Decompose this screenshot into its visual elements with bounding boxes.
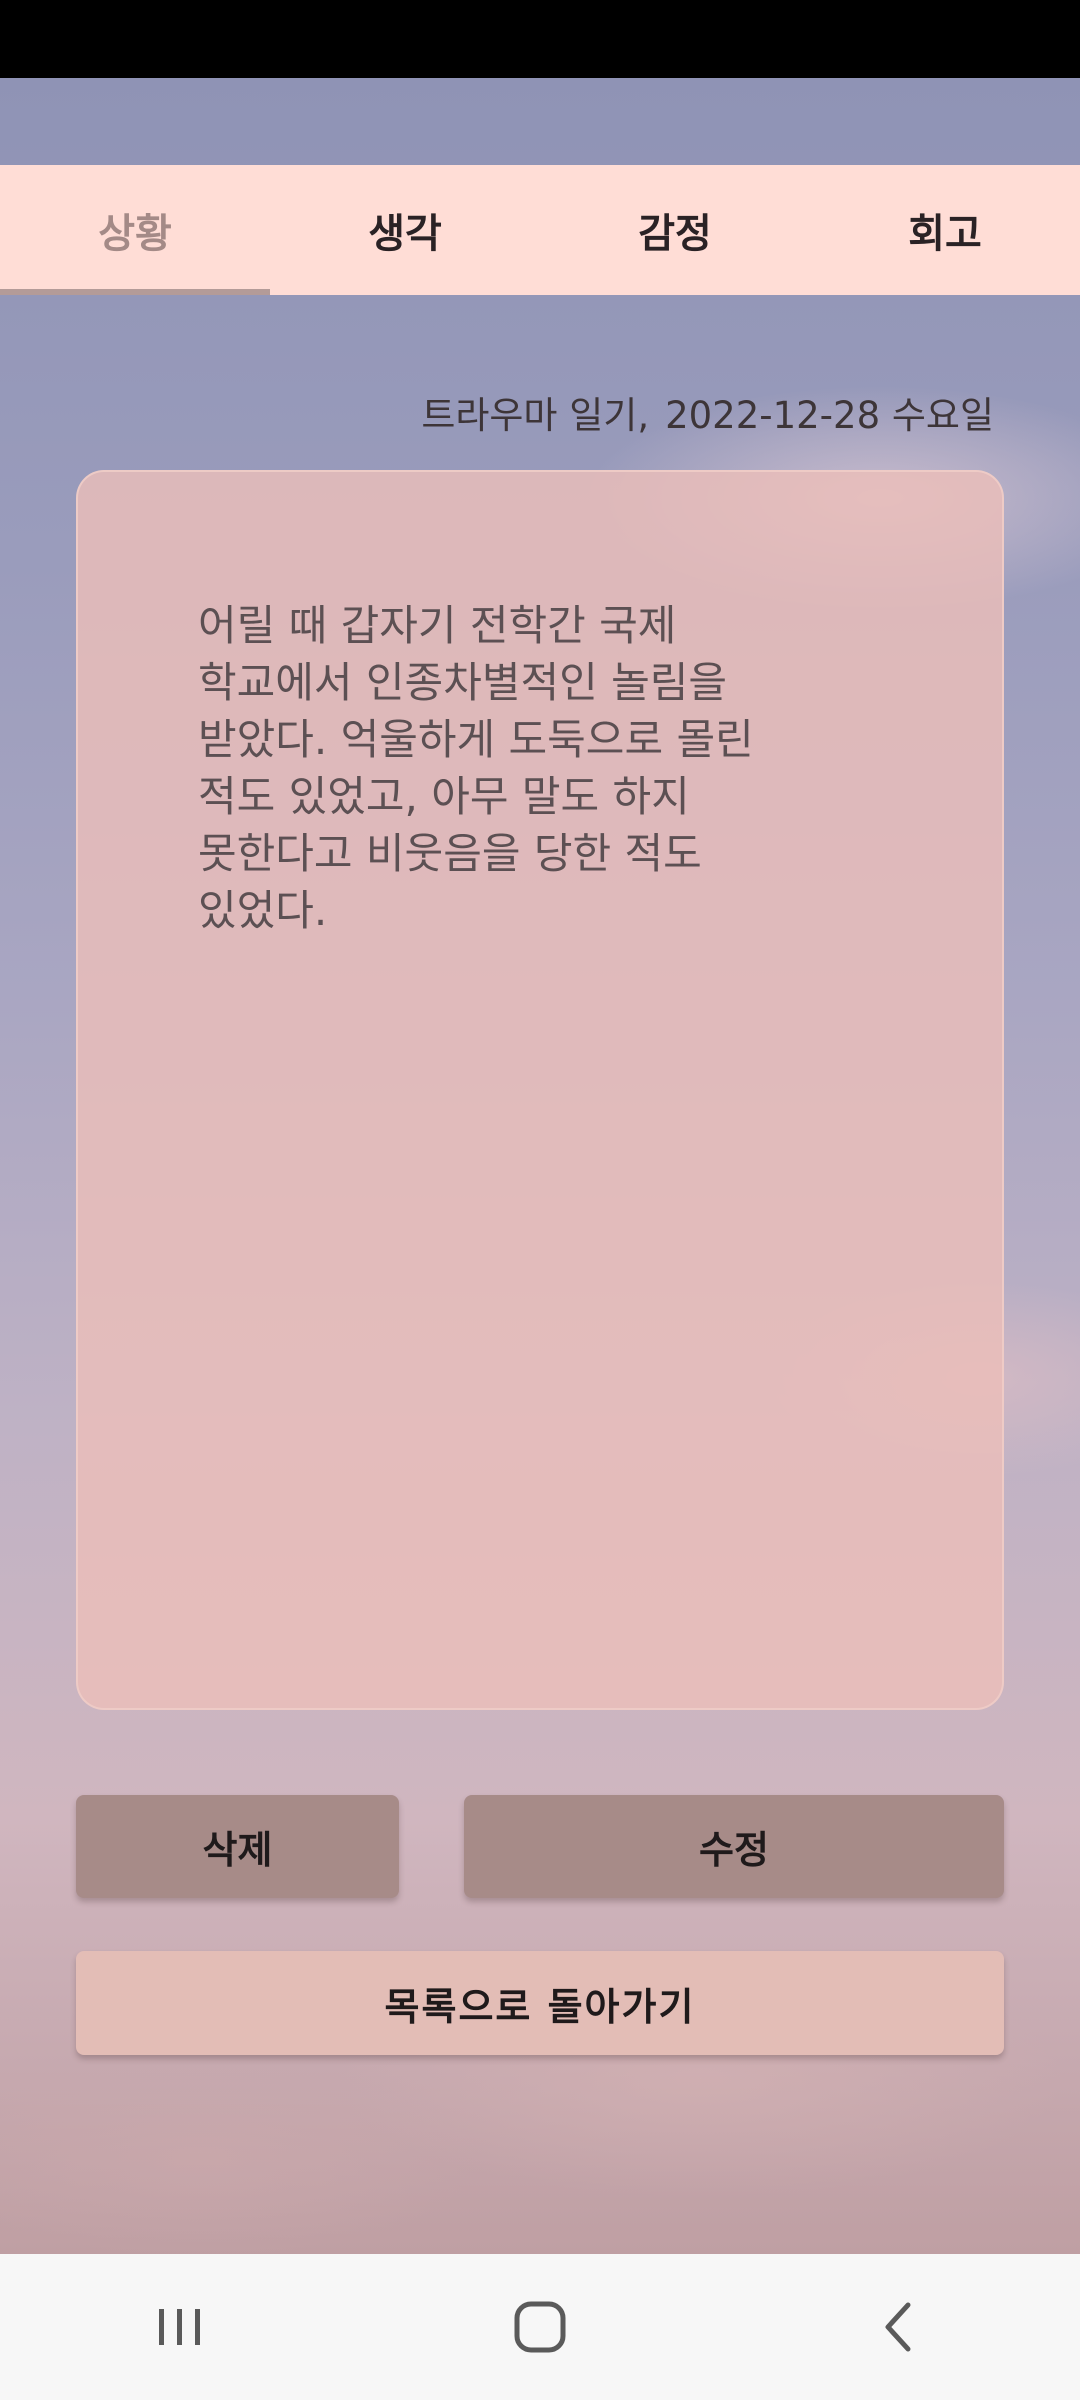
entry-text-line: 있었다. (198, 886, 328, 935)
entry-header: 트라우마 일기, 2022-12-28 수요일 (421, 385, 994, 439)
entry-text-line: 받았다. 억울하게 도둑으로 몰린 (198, 715, 754, 764)
back-to-list-button[interactable]: 목록으로 돌아가기 (76, 1951, 1004, 2055)
edit-button[interactable]: 수정 (464, 1795, 1004, 1898)
entry-text-line: 학교에서 인종차별적인 놀림을 (198, 658, 728, 707)
entry-content-card: 어릴 때 갑자기 전학간 국제 학교에서 인종차별적인 놀림을 받았다. 억울하… (76, 470, 1004, 1710)
entry-text-line: 어릴 때 갑자기 전학간 국제 (198, 601, 677, 650)
back-icon[interactable] (820, 2254, 980, 2400)
recents-icon[interactable] (100, 2254, 260, 2400)
tab-emotion[interactable]: 감정 (540, 165, 810, 295)
tab-situation[interactable]: 상황 (0, 165, 270, 295)
status-bar (0, 0, 1080, 78)
diary-type-label: 트라우마 일기, (421, 394, 650, 437)
home-icon[interactable] (460, 2254, 620, 2400)
entry-date: 2022-12-28 수요일 (665, 394, 994, 437)
tab-retrospect[interactable]: 회고 (810, 165, 1080, 295)
tab-thought[interactable]: 생각 (270, 165, 540, 295)
system-navigation-bar (0, 2254, 1080, 2400)
entry-text-line: 적도 있었고, 아무 말도 하지 (198, 772, 690, 821)
delete-button[interactable]: 삭제 (76, 1795, 399, 1898)
tab-bar: 상황 생각 감정 회고 (0, 165, 1080, 295)
entry-text-line: 못한다고 비웃음을 당한 적도 (198, 829, 702, 878)
entry-text: 어릴 때 갑자기 전학간 국제 학교에서 인종차별적인 놀림을 받았다. 억울하… (198, 597, 898, 939)
